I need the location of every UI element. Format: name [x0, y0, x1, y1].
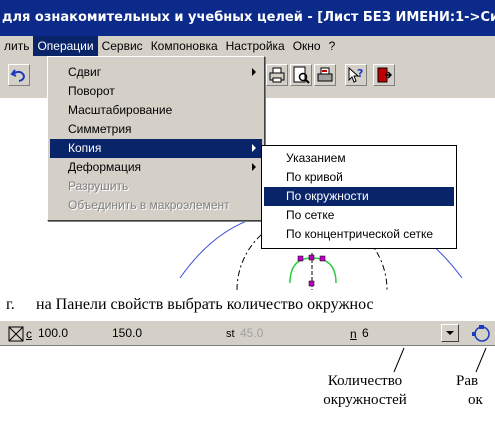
submenu-item-along-curve-label: По кривой [286, 170, 343, 184]
print-preview-button[interactable] [290, 64, 312, 86]
print-button[interactable] [266, 64, 288, 86]
menu-item-settings[interactable]: Настройка [222, 36, 289, 56]
submenu-item-grid[interactable]: По сетке [264, 206, 454, 225]
submenu-item-concentric-grid[interactable]: По концентрической сетке [264, 225, 454, 244]
right-annotation: Рав ок [456, 372, 495, 410]
menu-item-symmetry[interactable]: Симметрия [50, 120, 262, 139]
submenu-arrow-icon [252, 144, 256, 152]
menu-item-merge-macro-label: Объединить в макроэлемент [68, 198, 230, 212]
window-title: для ознакомительных и учебных целей - [Л… [2, 10, 495, 25]
menu-item-copy[interactable]: Копия [50, 139, 262, 158]
menu-item-shift-label: Сдвиг [68, 65, 102, 79]
menu-item-deform-label: Деформация [68, 160, 142, 174]
plotter-icon [317, 67, 333, 82]
copy-submenu: Указанием По кривой По окружности По сет… [261, 145, 457, 249]
menu-item-help[interactable]: ? [325, 36, 340, 56]
submenu-item-grid-label: По сетке [286, 208, 335, 222]
svg-text:?: ? [357, 67, 363, 80]
submenu-item-along-circle-label: По окружности [286, 189, 369, 203]
menu-item-rotate-label: Поворот [68, 84, 115, 98]
undo-button[interactable] [8, 64, 30, 86]
menu-item-layout[interactable]: Компоновка [147, 36, 222, 56]
submenu-item-by-pointing[interactable]: Указанием [264, 149, 454, 168]
menu-item-service[interactable]: Сервис [98, 36, 147, 56]
right-annotation-line2: ок [468, 392, 483, 408]
menu-item-scale[interactable]: Масштабирование [50, 101, 262, 120]
menu-item-copy-label: Копия [68, 141, 102, 155]
printer-icon [269, 67, 285, 83]
context-help-button[interactable]: ? [345, 64, 367, 86]
marker-point-4 [308, 280, 315, 287]
count-annotation-line1: Количество [327, 373, 403, 389]
marker-point-2 [308, 254, 315, 261]
annotation-leader-lines [393, 347, 487, 373]
right-annotation-line1: Рав [456, 373, 479, 389]
menu-item-operations[interactable]: Операции [33, 36, 98, 56]
exit-button[interactable] [373, 64, 395, 86]
menu-item-window[interactable]: Окно [289, 36, 325, 56]
menu-item-rotate[interactable]: Поворот [50, 82, 262, 101]
count-annotation: Количество окружностей [310, 372, 420, 410]
window-title-bar: для ознакомительных и учебных целей - [Л… [0, 0, 495, 36]
menu-item-shift[interactable]: Сдвиг [50, 63, 262, 82]
caption-text: на Панели свойств выбрать количество окр… [36, 296, 374, 313]
submenu-item-along-circle[interactable]: По окружности [264, 187, 454, 206]
caption-marker: г. [6, 296, 15, 313]
menu-item-destroy-label: Разрушить [68, 179, 129, 193]
help-pointer-icon: ? [348, 66, 363, 83]
submenu-item-concentric-grid-label: По концентрической сетке [286, 227, 434, 241]
menu-item-destroy: Разрушить [50, 177, 262, 196]
print-preview-icon [293, 66, 310, 84]
plot-button[interactable] [314, 64, 336, 86]
exit-door-icon [377, 67, 393, 83]
menu-item-deform[interactable]: Деформация [50, 158, 262, 177]
leader-line-right [475, 347, 487, 373]
operations-menu: Сдвиг Поворот Масштабирование Симметрия … [47, 56, 265, 221]
menu-item-scale-label: Масштабирование [68, 103, 173, 117]
green-arc [289, 257, 337, 284]
leader-line-count [393, 347, 405, 373]
instruction-caption: г. на Панели свойств выбрать количество о… [0, 292, 495, 318]
blue-arc-left [179, 215, 263, 279]
menu-item-symmetry-label: Симметрия [68, 122, 132, 136]
count-annotation-line2: окружностей [323, 392, 407, 408]
menu-item-edit[interactable]: лить [0, 36, 33, 56]
submenu-item-by-pointing-label: Указанием [286, 151, 346, 165]
submenu-item-along-curve[interactable]: По кривой [264, 168, 454, 187]
submenu-arrow-icon [252, 163, 256, 171]
marker-point-1 [297, 255, 304, 262]
marker-point-3 [319, 255, 326, 262]
undo-icon [10, 69, 26, 82]
menu-item-merge-macro: Объединить в макроэлемент [50, 196, 262, 215]
submenu-arrow-icon [252, 68, 256, 76]
menu-bar: лить Операции Сервис Компоновка Настройка Окн… [0, 36, 495, 56]
